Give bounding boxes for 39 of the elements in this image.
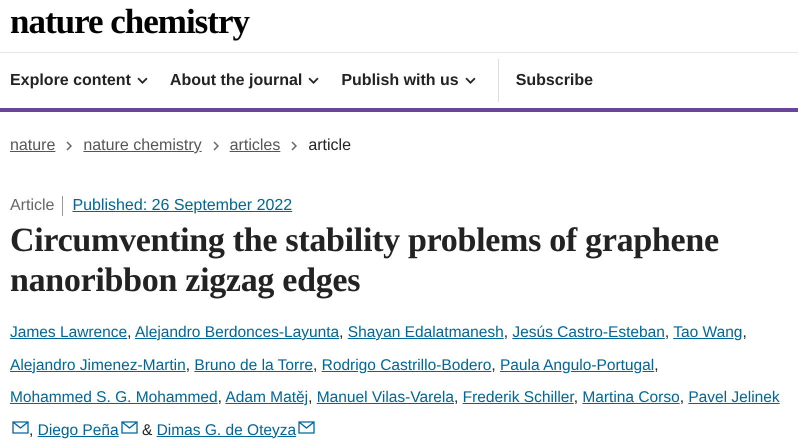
author-link[interactable]: Mohammed S. G. Mohammed (10, 389, 218, 406)
author-link[interactable]: Dimas G. de Oteyza (156, 422, 296, 438)
author-link[interactable]: Tao Wang (673, 324, 742, 341)
author-link[interactable]: Rodrigo Castrillo-Bodero (322, 356, 492, 374)
author-link[interactable]: Jesús Castro-Esteban (512, 324, 665, 341)
breadcrumb-link[interactable]: nature chemistry (83, 134, 202, 158)
mail-icon[interactable] (298, 420, 316, 434)
nav-menu-button[interactable]: Publish with us (341, 68, 476, 92)
breadcrumb-link[interactable]: articles (230, 134, 280, 158)
author-link[interactable]: Martina Corso (582, 389, 680, 406)
author-link[interactable]: Manuel Vilas-Varela (316, 389, 454, 406)
article-type: Article (10, 196, 64, 216)
chevron-down-icon (464, 77, 476, 84)
author-link[interactable]: Alejandro Berdonces-Layunta (134, 324, 340, 341)
breadcrumb-link[interactable]: nature (10, 134, 56, 158)
chevron-right-icon (212, 141, 219, 151)
author-link[interactable]: Paula Angulo-Portugal (500, 356, 654, 374)
site-logo[interactable]: nature chemistry (10, 2, 249, 41)
author-link[interactable]: Diego Peña (38, 422, 119, 438)
author-link[interactable]: Pavel Jelinek (688, 389, 780, 406)
author-link[interactable]: Adam Matěj (225, 389, 308, 406)
author-list: James Lawrence, Alejandro Berdonces-Layunta, Shayan Edalatmanesh, Jesús Castro-Esteban, Tao Wang, Alejandro Jimenez-Martin, Bruno de la Torre, Rodrigo Castrillo-Bodero, Paula Angulo-Portugal, Mohammed S. G. Mohammed, Adam Matěj, Manuel Vilas-Varela, Frederik Schiller, Martina Corso, Pavel Jelinek , Diego Peña & Dimas G. de Oteyza (0, 317, 798, 447)
chevron-down-icon (308, 77, 320, 84)
nav-menu-button[interactable]: Subscribe (516, 68, 594, 92)
nav-menu-button[interactable]: Explore content (10, 68, 148, 92)
author-link[interactable]: Bruno de la Torre (194, 356, 313, 374)
mail-icon[interactable] (120, 420, 138, 434)
published-date-link[interactable]: Published: 26 September 2022 (63, 196, 292, 216)
author-link[interactable]: Shayan Edalatmanesh (348, 324, 504, 341)
chevron-down-icon (136, 77, 148, 84)
article-title: Circumventing the stability problems of graphene nanoribbon zigzag edges (9, 221, 720, 301)
chevron-right-icon (66, 141, 72, 151)
nav-menu-button[interactable]: About the journal (170, 68, 320, 92)
chevron-right-icon (291, 141, 298, 151)
author-link[interactable]: James Lawrence (10, 324, 128, 341)
breadcrumb-current: article (308, 136, 352, 156)
mail-icon[interactable] (12, 420, 29, 434)
author-link[interactable]: Frederik Schiller (462, 389, 574, 406)
author-link[interactable]: Alejandro Jimenez-Martin (10, 356, 186, 374)
